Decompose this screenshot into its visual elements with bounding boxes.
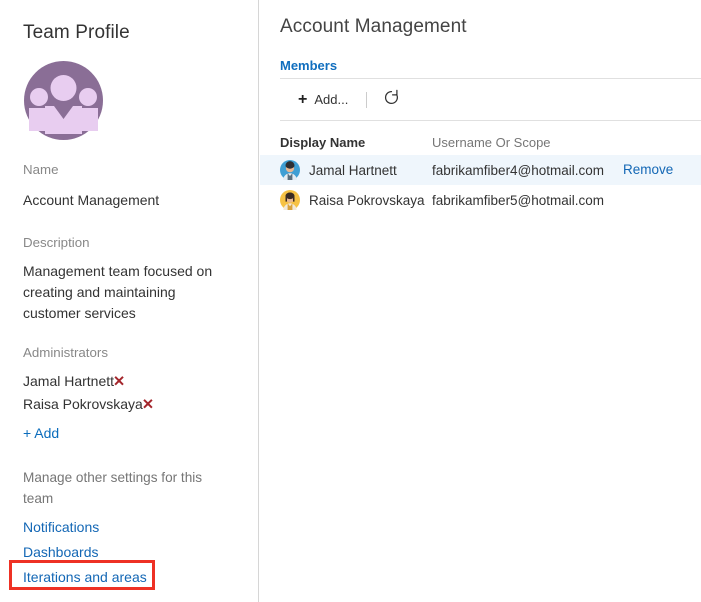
- add-member-label: Add...: [314, 92, 349, 107]
- pivot-bar: Members: [280, 57, 337, 75]
- administrator-row: Jamal Hartnett✕: [23, 370, 154, 393]
- sidebar-link-dashboards[interactable]: Dashboards: [23, 541, 147, 563]
- team-group-avatar-icon: [24, 61, 103, 140]
- column-header-username-or-scope: Username Or Scope: [432, 135, 551, 150]
- member-username: fabrikamfiber4@hotmail.com: [432, 162, 605, 178]
- sidebar-link-iterations-and-areas[interactable]: Iterations and areas: [23, 566, 147, 588]
- avatar: [280, 160, 300, 180]
- table-header-row: Display Name Username Or Scope: [260, 130, 701, 155]
- page-title: Team Profile: [23, 22, 130, 43]
- name-label: Name: [23, 162, 59, 177]
- plus-icon: +: [298, 90, 308, 108]
- members-table: Display Name Username Or Scope Jamal Har…: [260, 130, 701, 215]
- refresh-button[interactable]: [383, 89, 400, 111]
- remove-administrator-icon[interactable]: ✕: [142, 397, 154, 413]
- account-management-content: Account Management Members + Add... Disp…: [260, 0, 701, 602]
- administrators-list: Jamal Hartnett✕ Raisa Pokrovskaya✕: [23, 370, 154, 416]
- avatar: [280, 190, 300, 210]
- table-row[interactable]: Jamal Hartnett fabrikamfiber4@hotmail.co…: [260, 155, 701, 185]
- toolbar-divider: [366, 91, 368, 108]
- member-display-name: Raisa Pokrovskaya: [309, 192, 425, 208]
- settings-links-list: Notifications Dashboards Iterations and …: [23, 516, 147, 591]
- member-username: fabrikamfiber5@hotmail.com: [432, 192, 605, 208]
- administrator-name: Jamal Hartnett: [23, 373, 115, 389]
- administrator-name: Raisa Pokrovskaya: [23, 396, 143, 412]
- remove-administrator-icon[interactable]: ✕: [113, 374, 125, 390]
- name-value: Account Management: [23, 192, 160, 208]
- sidebar-link-notifications[interactable]: Notifications: [23, 516, 147, 538]
- administrators-label: Administrators: [23, 345, 108, 360]
- team-profile-sidebar: Team Profile Name Account Management Des…: [0, 0, 259, 602]
- content-title: Account Management: [280, 16, 467, 37]
- administrator-row: Raisa Pokrovskaya✕: [23, 393, 154, 416]
- add-member-button[interactable]: + Add...: [298, 90, 349, 108]
- add-administrator-link[interactable]: + Add: [23, 425, 59, 441]
- tab-members[interactable]: Members: [280, 58, 337, 73]
- remove-member-link[interactable]: Remove: [623, 162, 673, 177]
- manage-settings-note: Manage other settings for this team: [23, 470, 203, 506]
- members-toolbar: + Add...: [280, 78, 701, 121]
- table-row[interactable]: Raisa Pokrovskaya fabrikamfiber5@hotmail…: [260, 185, 701, 215]
- description-value: Management team focused on creating and …: [23, 263, 213, 321]
- column-header-display-name: Display Name: [280, 135, 366, 150]
- refresh-icon: [383, 89, 400, 111]
- description-label: Description: [23, 235, 90, 250]
- member-display-name: Jamal Hartnett: [309, 162, 397, 178]
